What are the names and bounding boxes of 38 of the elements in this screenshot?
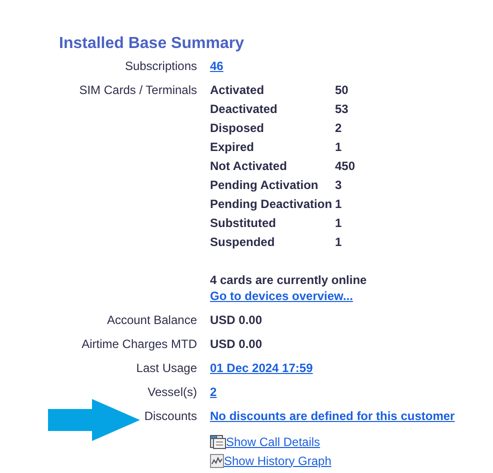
status-name: Activated	[210, 82, 266, 99]
status-name: Pending Activation	[210, 177, 320, 194]
status-name: Substituted	[210, 215, 277, 232]
status-count: 50	[335, 82, 348, 99]
field-label: Account Balance	[106, 312, 197, 329]
status-name: Not Activated	[210, 158, 288, 175]
section-title: Installed Base Summary	[59, 35, 245, 53]
field-label: Airtime Charges MTD	[82, 336, 197, 353]
status-count: 1	[335, 215, 342, 232]
status-name: Pending Deactivation	[210, 196, 334, 213]
field-value: USD 0.00	[210, 337, 262, 351]
action-link[interactable]: Show History Graph	[224, 452, 332, 468]
status-name: Disposed	[210, 120, 266, 137]
chart-icon[interactable]	[210, 454, 224, 468]
field-label: Discounts	[144, 408, 197, 425]
subscriptions-link[interactable]: 46	[210, 59, 224, 73]
status-count: 2	[335, 120, 342, 137]
field-label: Vessel(s)	[148, 384, 197, 401]
devices-link[interactable]: Go to devices overview...	[210, 289, 353, 303]
field-label: Subscriptions	[124, 58, 197, 75]
status-count: 1	[335, 234, 342, 251]
status-count: 3	[335, 177, 342, 194]
field-link[interactable]: 2	[210, 385, 217, 399]
field-label: SIM Cards / Terminals	[79, 82, 197, 99]
field-link[interactable]: No discounts are defined for this customer	[210, 409, 455, 423]
action-link[interactable]: Show Call Details	[226, 434, 320, 450]
status-count: 450	[335, 158, 356, 175]
field-link[interactable]: 01 Dec 2024 17:59	[210, 361, 313, 375]
status-count: 1	[335, 139, 342, 156]
online-note: 4 cards are currently online	[210, 272, 368, 288]
status-count: 53	[335, 101, 348, 118]
status-name: Expired	[210, 139, 256, 156]
status-name: Deactivated	[210, 101, 278, 118]
status-count: 1	[335, 196, 342, 213]
status-name: Suspended	[210, 234, 276, 251]
field-label: Last Usage	[136, 360, 197, 377]
field-value: USD 0.00	[210, 313, 262, 327]
document-icon[interactable]	[210, 434, 226, 449]
